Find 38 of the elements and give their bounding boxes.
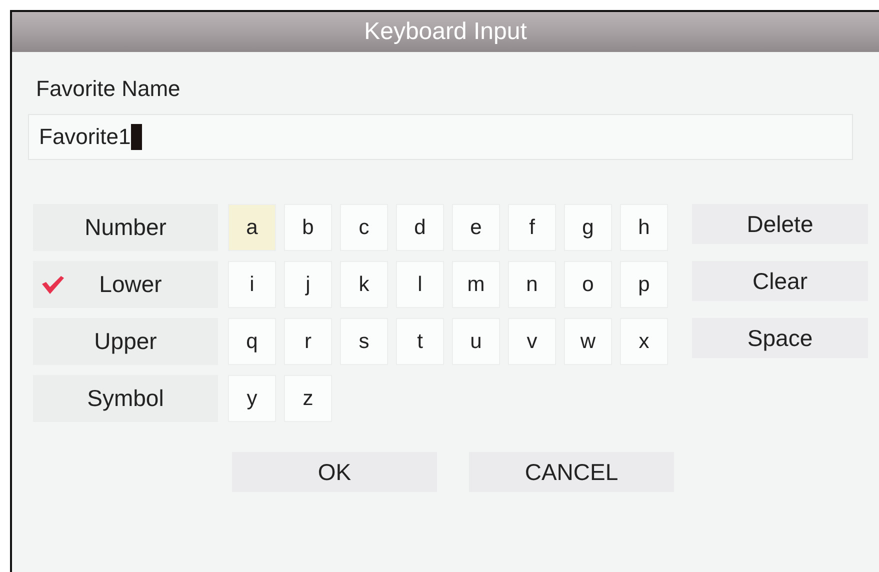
mode-button[interactable]: Number [33, 204, 218, 251]
key-button[interactable]: s [340, 318, 388, 365]
key-button[interactable]: y [228, 375, 276, 422]
mode-button[interactable]: Lower [33, 261, 218, 308]
field-label: Favorite Name [36, 76, 182, 102]
key-button[interactable]: d [396, 204, 444, 251]
key-button[interactable]: k [340, 261, 388, 308]
key-button[interactable]: h [620, 204, 668, 251]
key-button[interactable]: a [228, 204, 276, 251]
key-button[interactable]: v [508, 318, 556, 365]
dialog-button[interactable]: OK [232, 452, 437, 492]
key-button[interactable]: r [284, 318, 332, 365]
key-button[interactable]: l [396, 261, 444, 308]
key-button[interactable]: n [508, 261, 556, 308]
key-button[interactable]: m [452, 261, 500, 308]
key-button[interactable]: e [452, 204, 500, 251]
key-button[interactable]: u [452, 318, 500, 365]
window-title: Keyboard Input [364, 18, 527, 46]
key-button[interactable]: q [228, 318, 276, 365]
key-button[interactable]: i [228, 261, 276, 308]
key-button[interactable]: f [508, 204, 556, 251]
key-button[interactable]: t [396, 318, 444, 365]
key-button[interactable]: p [620, 261, 668, 308]
action-button[interactable]: Delete [692, 204, 868, 244]
key-button[interactable]: j [284, 261, 332, 308]
dialog-button[interactable]: CANCEL [469, 452, 674, 492]
mode-button[interactable]: Symbol [33, 375, 218, 422]
action-button[interactable]: Space [692, 318, 868, 358]
key-button[interactable]: g [564, 204, 612, 251]
mode-button[interactable]: Upper [33, 318, 218, 365]
name-field[interactable]: Favorite1 [28, 114, 853, 160]
key-button[interactable]: b [284, 204, 332, 251]
action-button[interactable]: Clear [692, 261, 868, 301]
key-button[interactable]: z [284, 375, 332, 422]
key-button[interactable]: w [564, 318, 612, 365]
key-button[interactable]: c [340, 204, 388, 251]
key-button[interactable]: x [620, 318, 668, 365]
key-button[interactable]: o [564, 261, 612, 308]
